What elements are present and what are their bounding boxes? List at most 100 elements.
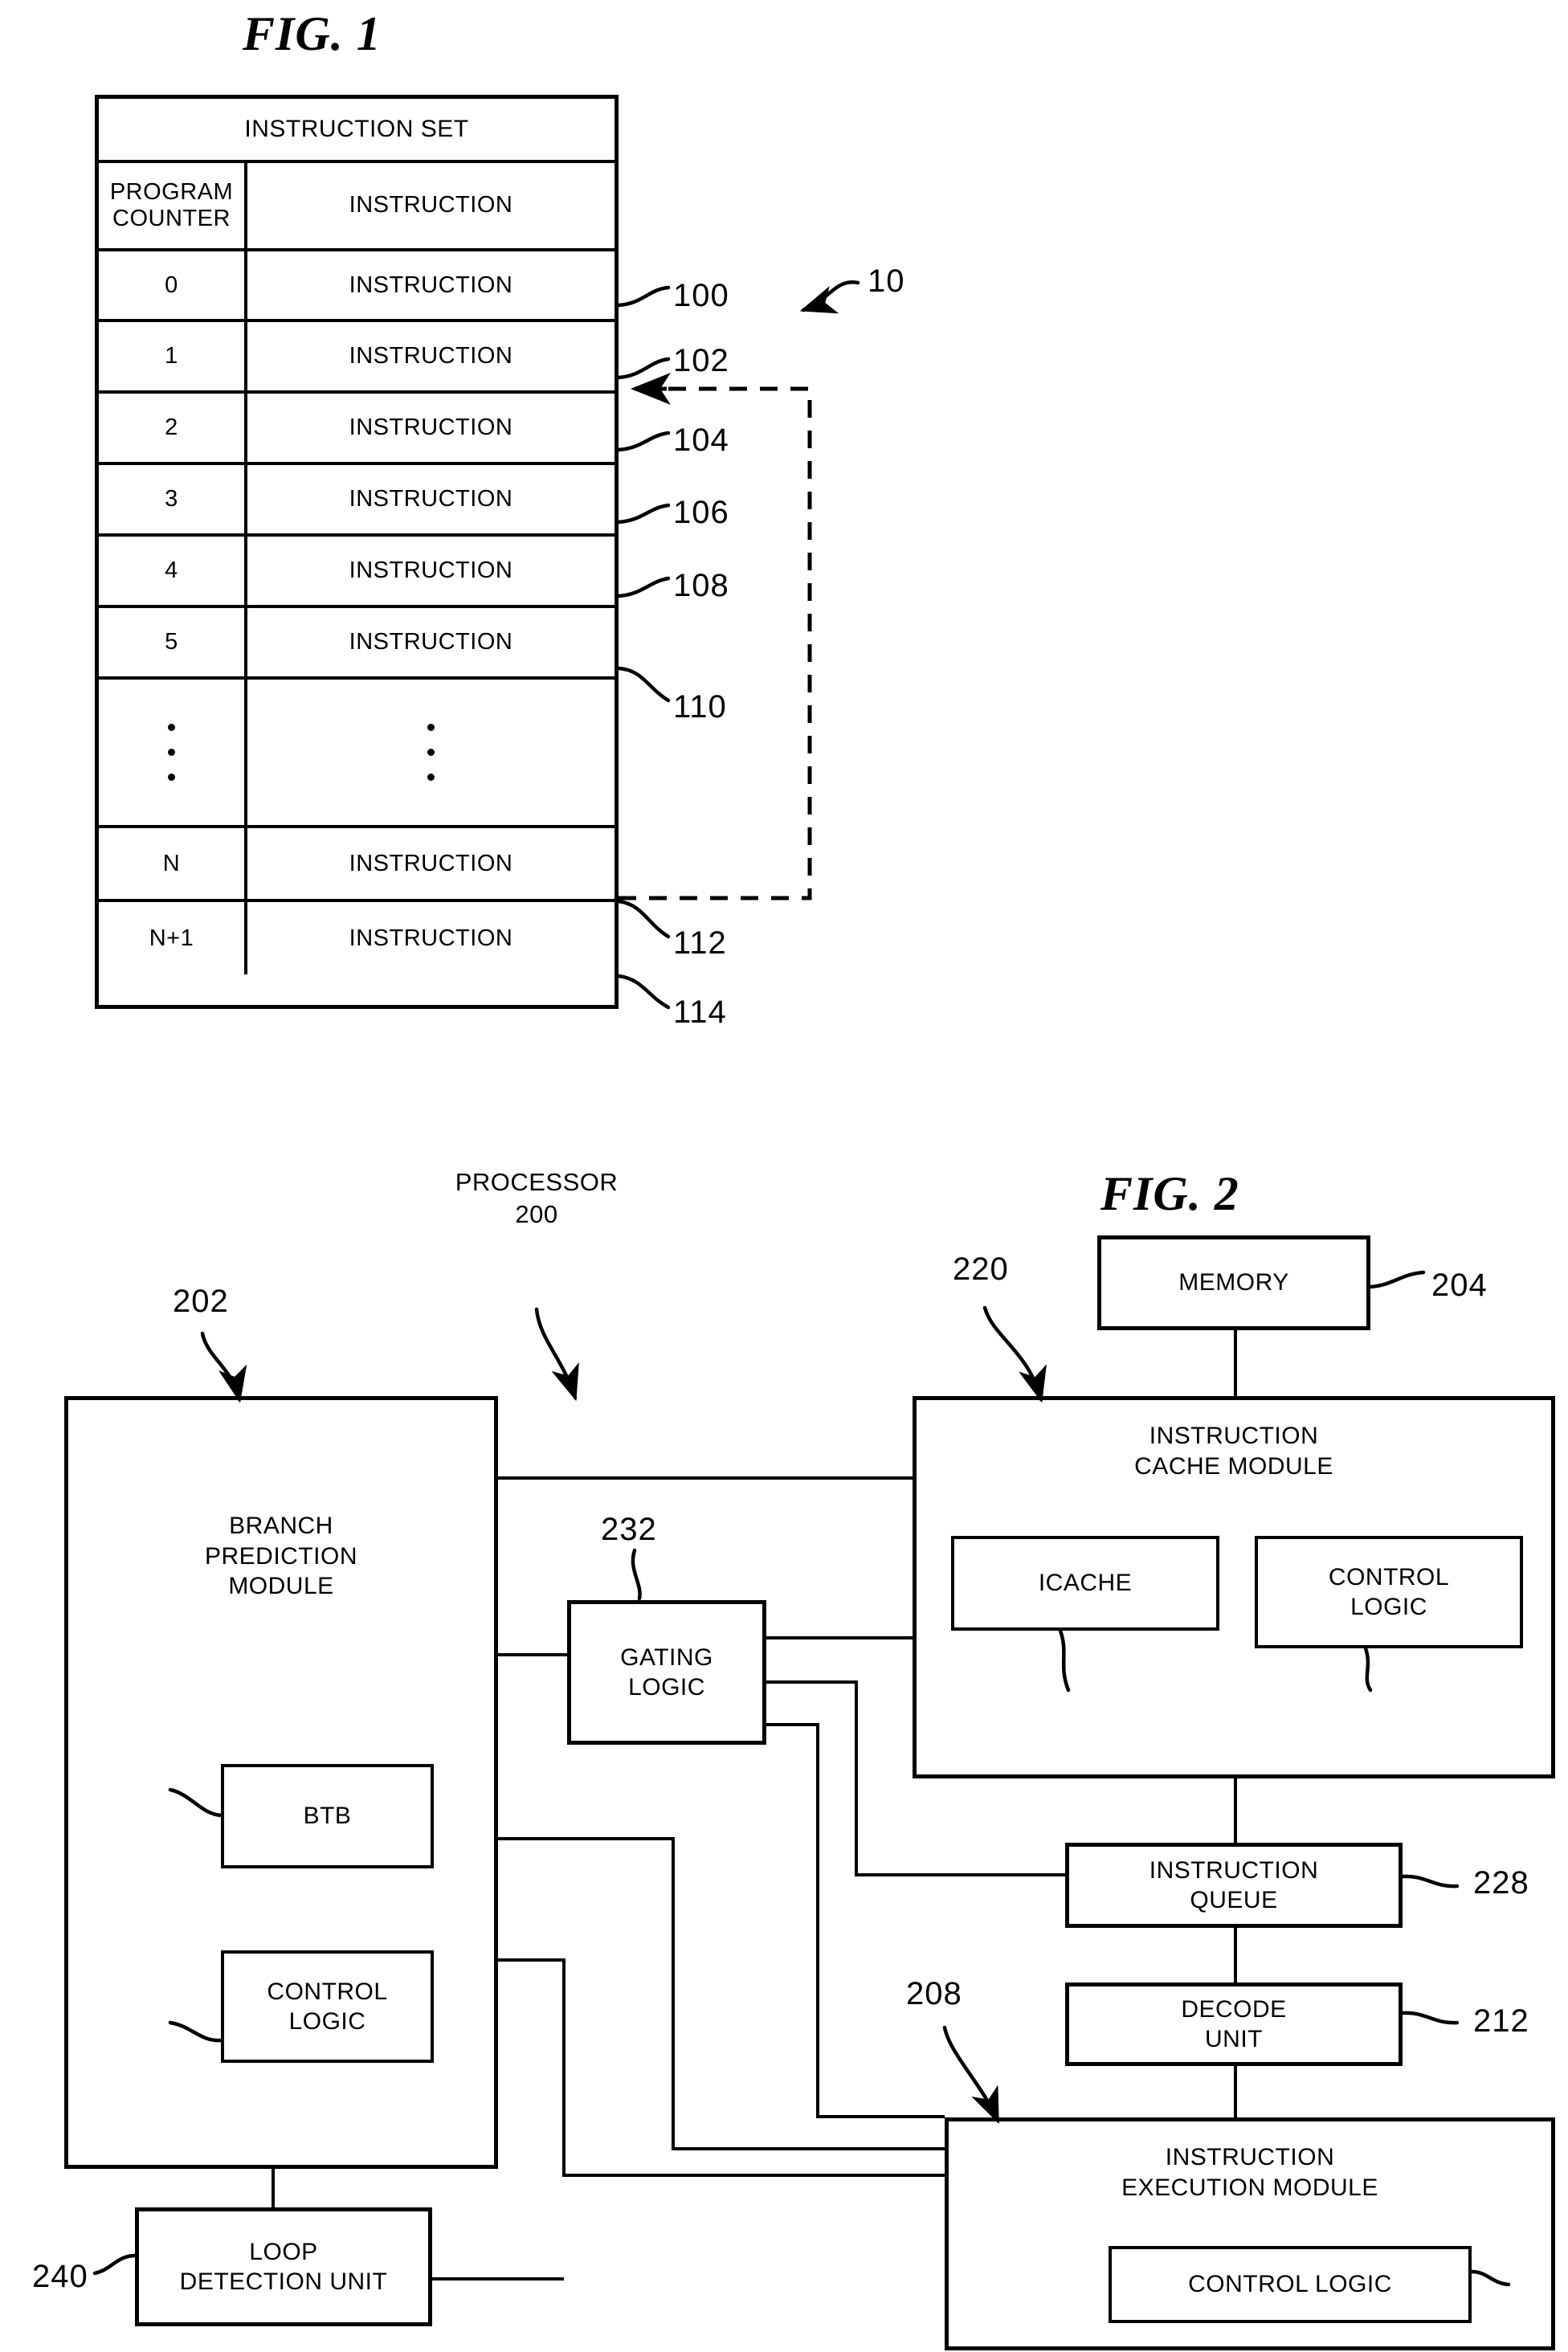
- callout-102: 102: [673, 343, 729, 378]
- instruction-execution-module-label: INSTRUCTION EXECUTION MODULE: [949, 2142, 1551, 2203]
- cell-instruction: INSTRUCTION: [349, 486, 513, 512]
- wire-gating-logic-to-queue-h1: [765, 1680, 858, 1684]
- bpm-label-line3: MODULE: [228, 1573, 334, 1599]
- ldu-line2: DETECTION UNIT: [179, 2268, 388, 2295]
- cell-instruction: INSTRUCTION: [349, 272, 513, 298]
- instruction-queue-label: INSTRUCTION QUEUE: [1149, 1856, 1319, 1916]
- table-row: 3 INSTRUCTION: [99, 465, 615, 537]
- callout-220: 220: [953, 1252, 1009, 1287]
- loop-detection-unit-block: LOOP DETECTION UNIT: [135, 2207, 432, 2326]
- patent-drawing-sheet: FIG. 1 INSTRUCTION SET PROGRAM COUNTER I…: [0, 0, 1568, 2352]
- decode-unit-line2: UNIT: [1204, 2026, 1263, 2052]
- callout-106: 106: [673, 495, 729, 530]
- cell-instruction: INSTRUCTION: [349, 414, 513, 440]
- memory-block: MEMORY: [1097, 1235, 1370, 1330]
- cell-program-counter: 0: [99, 251, 247, 319]
- figure-2-title: FIG. 2: [1100, 1167, 1239, 1220]
- execution-control-logic-label: CONTROL LOGIC: [1188, 2271, 1392, 2298]
- branch-prediction-module-label: BRANCH PREDICTION MODULE: [68, 1511, 494, 1602]
- iem-label-line2: EXECUTION MODULE: [1121, 2174, 1378, 2201]
- iem-label-line1: INSTRUCTION: [1165, 2144, 1335, 2170]
- instruction-set-caption: INSTRUCTION SET: [244, 116, 469, 142]
- ldu-line1: LOOP: [249, 2238, 318, 2265]
- decode-unit-block: DECODE UNIT: [1065, 1982, 1403, 2066]
- column-header-program-counter: PROGRAM COUNTER: [99, 163, 247, 248]
- callout-240: 240: [32, 2259, 88, 2294]
- btb-block: BTB: [221, 1764, 434, 1868]
- callout-202: 202: [173, 1284, 229, 1319]
- bpm-label-line1: BRANCH: [229, 1513, 333, 1539]
- icache-control-logic-label: CONTROL LOGIC: [1329, 1562, 1449, 1623]
- bpm-control-logic-label: CONTROL LOGIC: [267, 1977, 387, 2037]
- cell-instruction: INSTRUCTION: [349, 629, 513, 655]
- table-row: 5 INSTRUCTION: [99, 608, 615, 680]
- memory-label: MEMORY: [1178, 1269, 1289, 1296]
- instruction-queue-block: INSTRUCTION QUEUE: [1065, 1843, 1403, 1928]
- loop-detection-unit-label: LOOP DETECTION UNIT: [180, 2237, 388, 2297]
- gating-logic-block: GATING LOGIC: [567, 1600, 766, 1745]
- wire-bpm-control-bus-vertical: [562, 1958, 566, 2177]
- icm-label-line2: CACHE MODULE: [1134, 1452, 1333, 1480]
- cell-instruction: INSTRUCTION: [349, 557, 513, 583]
- icache-label: ICACHE: [1038, 1570, 1133, 1597]
- cell-program-counter: 3: [99, 465, 247, 533]
- callout-10: 10: [868, 263, 905, 299]
- callout-112: 112: [673, 925, 727, 961]
- processor-label: PROCESSOR 200: [424, 1166, 649, 1231]
- cell-program-counter: 5: [99, 608, 247, 676]
- icache-control-line1: CONTROL: [1328, 1563, 1450, 1590]
- wire-icache-module-to-queue: [1234, 1777, 1237, 1843]
- wire-memory-to-icache-module: [1234, 1329, 1237, 1398]
- wire-gating-logic-to-execution-v: [816, 1723, 819, 2118]
- processor-label-ref: 200: [515, 1200, 558, 1229]
- instruction-set-table: INSTRUCTION SET PROGRAM COUNTER INSTRUCT…: [95, 95, 619, 1009]
- execution-control-logic-block: CONTROL LOGIC: [1109, 2246, 1472, 2323]
- cell-program-counter: 2: [99, 394, 247, 462]
- wire-bpm-control-bus-to-execution: [562, 2174, 945, 2177]
- callout-110: 110: [673, 689, 727, 725]
- cell-program-counter: N+1: [99, 902, 247, 974]
- table-row: N+1 INSTRUCTION: [99, 902, 615, 974]
- callout-108: 108: [673, 568, 729, 603]
- pc-header-line2: COUNTER: [112, 206, 231, 231]
- wire-bpm-to-loop-detection-unit: [272, 2166, 275, 2208]
- table-row: 2 INSTRUCTION: [99, 394, 615, 465]
- table-row: N INSTRUCTION: [99, 828, 615, 902]
- bpm-control-logic-line1: CONTROL: [267, 1978, 388, 2005]
- cell-program-counter: 1: [99, 322, 247, 390]
- wire-gating-logic-to-execution-h2: [816, 2115, 945, 2118]
- vertical-ellipsis-icon: [427, 724, 435, 781]
- wire-decode-unit-to-execution-module: [1234, 2064, 1237, 2119]
- gating-logic-line1: GATING: [620, 1644, 713, 1671]
- wire-btb-bus-to-execution: [672, 2147, 945, 2150]
- gating-logic-line2: LOGIC: [628, 1674, 705, 1701]
- table-header-row: PROGRAM COUNTER INSTRUCTION: [99, 163, 615, 251]
- vertical-ellipsis-icon: [168, 724, 175, 781]
- column-header-instruction: INSTRUCTION: [349, 192, 513, 218]
- pc-header-line1: PROGRAM: [109, 178, 234, 205]
- bpm-label-line2: PREDICTION: [204, 1542, 357, 1570]
- callout-104: 104: [673, 423, 729, 458]
- queue-line2: QUEUE: [1190, 1887, 1278, 1913]
- icache-block: ICACHE: [951, 1536, 1219, 1631]
- cell-instruction: INSTRUCTION: [349, 925, 513, 951]
- callout-212: 212: [1473, 2003, 1529, 2039]
- cell-program-counter-ellipsis: [99, 680, 247, 825]
- bpm-control-logic-line2: LOGIC: [288, 2008, 366, 2035]
- decode-unit-line1: DECODE: [1181, 1995, 1287, 2023]
- callout-114: 114: [673, 994, 727, 1030]
- callout-100: 100: [673, 278, 729, 313]
- wire-bpm-to-gating-logic: [495, 1653, 567, 1656]
- wire-queue-to-decode-unit: [1234, 1926, 1237, 1984]
- decode-unit-label: DECODE UNIT: [1181, 1995, 1286, 2055]
- table-row-ellipsis: [99, 680, 615, 828]
- cell-program-counter: N: [99, 828, 247, 899]
- table-row: 0 INSTRUCTION: [99, 251, 615, 322]
- icache-control-line2: LOGIC: [1350, 1594, 1427, 1620]
- cell-instruction: INSTRUCTION: [349, 343, 513, 369]
- wire-loop-detection-unit-to-bus: [431, 2277, 564, 2281]
- callout-208: 208: [906, 1976, 962, 2011]
- wire-gating-logic-to-queue-h2: [855, 1873, 1065, 1876]
- wire-bpm-to-icache-module: [495, 1476, 913, 1480]
- processor-label-name: PROCESSOR: [455, 1168, 619, 1196]
